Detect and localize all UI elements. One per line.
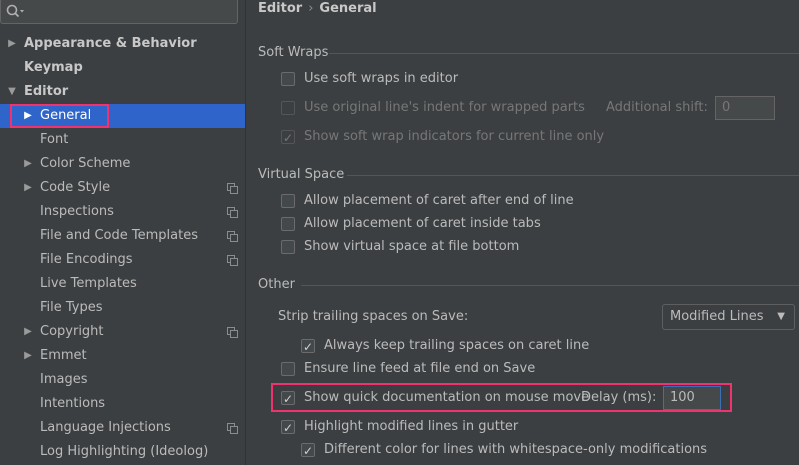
sidebar-item-images[interactable]: Images — [0, 368, 245, 392]
sidebar-item-label: Language Injections — [40, 420, 171, 435]
sidebar-item-label: Intentions — [40, 396, 106, 411]
strip-trailing-select[interactable]: Modified Lines ▼ — [662, 304, 795, 330]
breadcrumb-current: General — [319, 1, 377, 16]
sidebar-item-file-encodings[interactable]: File Encodings — [0, 248, 245, 272]
checkbox-caret-inside-tabs[interactable] — [281, 217, 295, 231]
label-keep-trailing: Always keep trailing spaces on caret lin… — [324, 338, 590, 353]
section-title-other: Other — [258, 277, 295, 292]
collapsed-arrow-icon[interactable]: ▶ — [22, 320, 34, 344]
label-original-indent: Use original line's indent for wrapped p… — [304, 100, 585, 115]
sidebar-item-label: Log Highlighting (Ideolog) — [40, 444, 209, 459]
section-divider — [347, 175, 799, 176]
collapsed-arrow-icon[interactable]: ▶ — [22, 152, 34, 176]
checkbox-virtual-space-bottom[interactable] — [281, 240, 295, 254]
sidebar-item-inspections[interactable]: Inspections — [0, 200, 245, 224]
section-title-soft-wraps: Soft Wraps — [258, 45, 329, 60]
sidebar-item-label: Emmet — [40, 348, 87, 363]
project-scope-icon — [227, 255, 238, 266]
checkbox-caret-after-end[interactable] — [281, 194, 295, 208]
section-divider — [329, 53, 799, 54]
sidebar-item-font[interactable]: Font — [0, 128, 245, 152]
breadcrumb-root[interactable]: Editor — [258, 1, 302, 16]
sidebar-item-label: File Types — [40, 300, 103, 315]
search-icon — [6, 4, 24, 18]
sidebar-item-file-types[interactable]: File Types — [0, 296, 245, 320]
sidebar-item-language-injections[interactable]: Language Injections — [0, 416, 245, 440]
settings-sidebar: ▶ Appearance & Behavior Keymap ▼ Editor ▶ Gene… — [0, 0, 246, 465]
label-soft-wrap-indicators: Show soft wrap indicators for current li… — [304, 129, 605, 144]
sidebar-item-color-scheme[interactable]: ▶ Color Scheme — [0, 152, 245, 176]
sidebar-item-keymap[interactable]: Keymap — [0, 56, 245, 80]
strip-trailing-value: Modified Lines — [670, 309, 764, 324]
strip-trailing-label: Strip trailing spaces on Save: — [278, 309, 469, 324]
sidebar-item-file-and-code-templates[interactable]: File and Code Templates — [0, 224, 245, 248]
checkbox-soft-wrap-indicators[interactable] — [281, 128, 295, 148]
collapsed-arrow-icon[interactable]: ▶ — [22, 176, 34, 200]
label-highlight-modified: Highlight modified lines in gutter — [304, 419, 519, 434]
label-caret-after-end: Allow placement of caret after end of li… — [304, 193, 574, 208]
section-title-virtual-space: Virtual Space — [258, 167, 345, 182]
breadcrumb-separator: › — [308, 1, 314, 16]
sidebar-item-label: File Encodings — [40, 252, 133, 267]
sidebar-item-log-highlighting-ideolog[interactable]: Log Highlighting (Ideolog) — [0, 440, 245, 464]
checkbox-use-soft-wraps[interactable] — [281, 72, 295, 86]
sidebar-item-label: Editor — [24, 84, 69, 99]
sidebar-item-label: Copyright — [40, 324, 104, 339]
sidebar-item-label: Keymap — [24, 60, 83, 75]
sidebar-item-live-templates[interactable]: Live Templates — [0, 272, 245, 296]
collapsed-arrow-icon[interactable]: ▶ — [22, 344, 34, 368]
label-ensure-line-feed: Ensure line feed at file end on Save — [304, 361, 536, 376]
checkbox-different-color[interactable] — [301, 441, 315, 461]
sidebar-item-label: Live Templates — [40, 276, 137, 291]
sidebar-item-label: Appearance & Behavior — [24, 36, 197, 51]
settings-tree: ▶ Appearance & Behavior Keymap ▼ Editor ▶ Gene… — [0, 32, 245, 464]
settings-content: Editor › General Soft Wraps Use soft wraps… — [247, 0, 799, 465]
sidebar-item-label: Font — [40, 132, 69, 147]
expanded-arrow-icon[interactable]: ▼ — [6, 80, 18, 104]
sidebar-item-label: Inspections — [40, 204, 114, 219]
highlight-box-general — [10, 104, 109, 128]
sidebar-item-label: Code Style — [40, 180, 111, 195]
sidebar-item-appearance-behavior[interactable]: ▶ Appearance & Behavior — [0, 32, 245, 56]
sidebar-item-label: File and Code Templates — [40, 228, 198, 243]
label-virtual-space-bottom: Show virtual space at file bottom — [304, 239, 520, 254]
sidebar-item-intentions[interactable]: Intentions — [0, 392, 245, 416]
sidebar-item-copyright[interactable]: ▶ Copyright — [0, 320, 245, 344]
additional-shift-input[interactable]: 0 — [715, 96, 775, 120]
breadcrumb: Editor › General — [258, 0, 377, 18]
chevron-down-icon: ▼ — [777, 311, 785, 322]
additional-shift-label: Additional shift: — [606, 100, 708, 115]
sidebar-item-emmet[interactable]: ▶ Emmet — [0, 344, 245, 368]
label-caret-inside-tabs: Allow placement of caret inside tabs — [304, 216, 541, 231]
collapsed-arrow-icon[interactable]: ▶ — [6, 32, 18, 56]
project-scope-icon — [227, 231, 238, 242]
checkbox-highlight-modified[interactable] — [281, 418, 295, 438]
checkbox-keep-trailing[interactable] — [301, 337, 315, 357]
settings-search-input[interactable] — [0, 0, 238, 24]
label-different-color: Different color for lines with whitespac… — [324, 442, 708, 457]
project-scope-icon — [227, 207, 238, 218]
sidebar-item-editor[interactable]: ▼ Editor — [0, 80, 245, 104]
project-scope-icon — [227, 423, 238, 434]
section-divider — [301, 285, 799, 286]
sidebar-item-label: Color Scheme — [40, 156, 131, 171]
highlight-box-quick-doc — [271, 383, 732, 412]
project-scope-icon — [227, 183, 238, 194]
sidebar-item-code-style[interactable]: ▶ Code Style — [0, 176, 245, 200]
sidebar-item-label: Images — [40, 372, 88, 387]
checkbox-original-indent[interactable] — [281, 101, 295, 115]
project-scope-icon — [227, 327, 238, 338]
label-use-soft-wraps: Use soft wraps in editor — [304, 71, 459, 86]
checkbox-ensure-line-feed[interactable] — [281, 362, 295, 376]
